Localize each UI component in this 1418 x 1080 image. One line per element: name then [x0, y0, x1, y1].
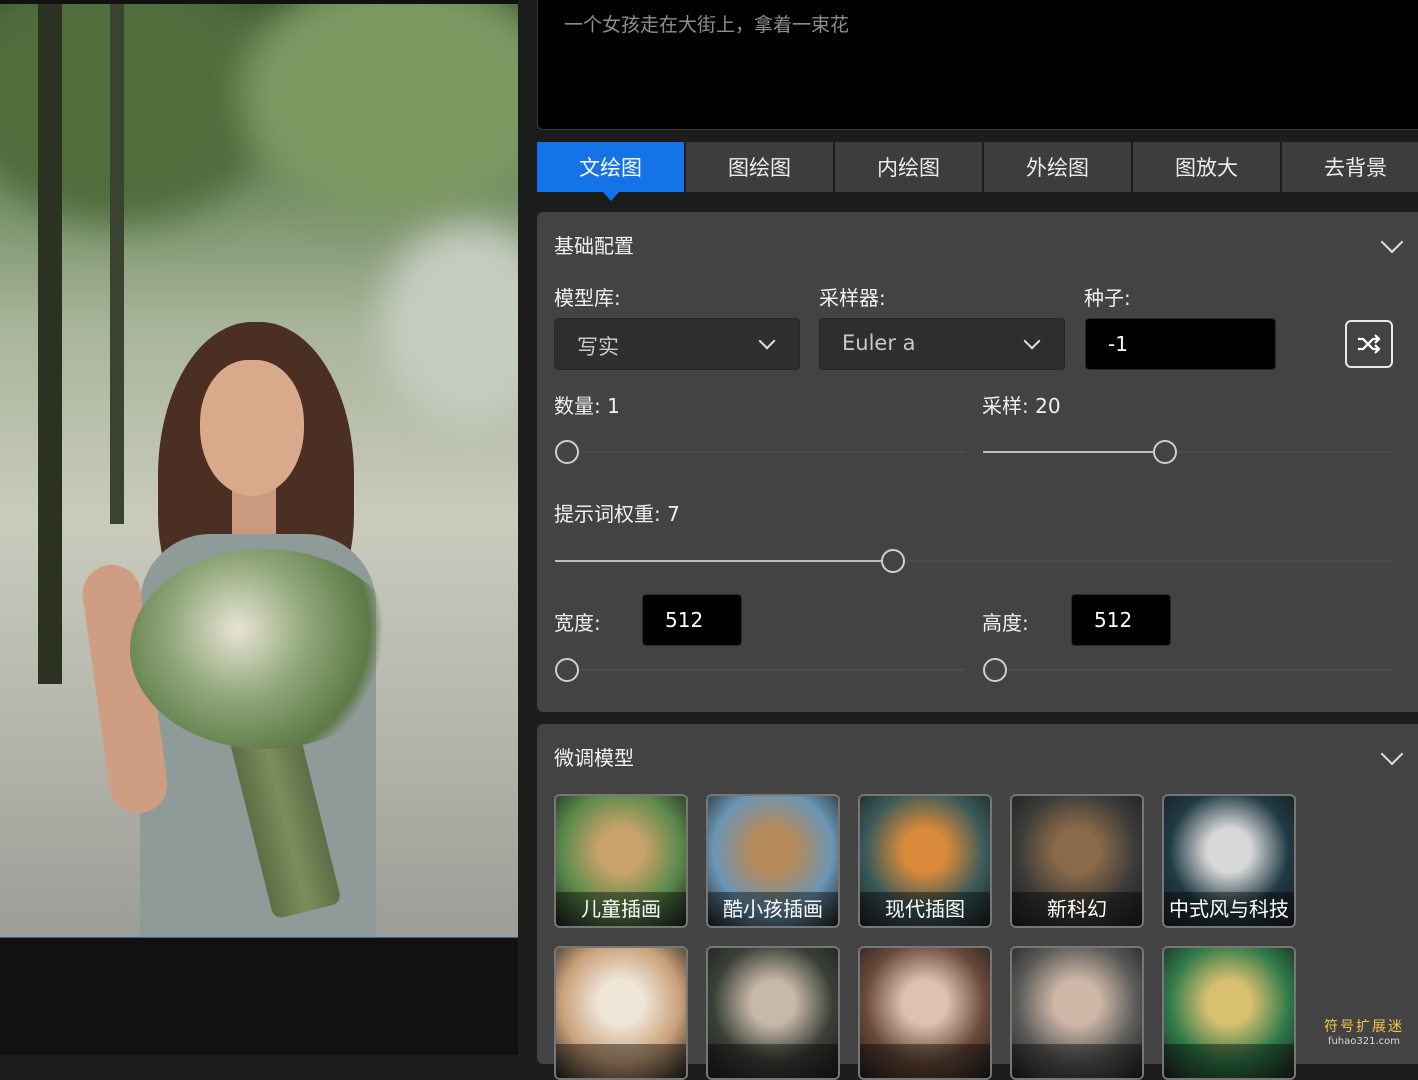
collapse-basic-chevron-icon[interactable] — [1380, 230, 1404, 254]
finetune-model-tile[interactable] — [554, 946, 688, 1080]
cfg-slider-thumb[interactable] — [880, 549, 905, 573]
width-slider[interactable] — [555, 658, 965, 682]
collapse-finetune-chevron-icon[interactable] — [1380, 742, 1404, 766]
model-select[interactable]: 写实 — [554, 318, 800, 370]
cfg-slider[interactable] — [555, 549, 1393, 573]
tab-remove-background[interactable]: 去背景 — [1282, 142, 1418, 192]
height-input[interactable] — [1071, 594, 1171, 646]
preview-area — [0, 0, 518, 1055]
steps-slider[interactable] — [983, 440, 1393, 464]
count-slider[interactable] — [555, 440, 965, 464]
control-panel: 一个女孩走在大街上，拿着一束花 文绘图 图绘图 内绘图 外绘图 图放大 去背景 … — [520, 0, 1418, 1080]
height-label: 高度: — [982, 611, 1029, 635]
sampler-label: 采样器: — [819, 286, 886, 310]
finetune-model-tile[interactable]: 儿童插画 — [554, 794, 688, 928]
tab-upscale[interactable]: 图放大 — [1133, 142, 1280, 192]
watermark-url: fuhao321.com — [1327, 1036, 1401, 1047]
shuffle-icon — [1358, 334, 1381, 354]
finetune-model-label: 新科幻 — [1047, 897, 1107, 921]
finetune-title: 微调模型 — [554, 746, 634, 770]
finetune-model-tile[interactable]: 中式风与科技 — [1162, 794, 1296, 928]
cfg-label: 提示词权重: 7 — [554, 502, 680, 526]
count-label: 数量: 1 — [554, 394, 620, 418]
tab-inpaint[interactable]: 内绘图 — [835, 142, 982, 192]
width-input[interactable] — [642, 594, 742, 646]
finetune-model-tile[interactable] — [1010, 946, 1144, 1080]
tab-image-to-image[interactable]: 图绘图 — [686, 142, 833, 192]
finetune-model-tile[interactable] — [1162, 946, 1296, 1080]
finetune-model-tile[interactable]: 酷小孩插画 — [706, 794, 840, 928]
watermark: 符号扩展迷 fuhao321.com — [1324, 1016, 1404, 1047]
steps-label: 采样: 20 — [982, 394, 1061, 418]
tab-outpaint[interactable]: 外绘图 — [984, 142, 1131, 192]
height-slider-thumb[interactable] — [983, 658, 1007, 682]
steps-slider-thumb[interactable] — [1152, 440, 1177, 464]
prompt-textarea[interactable]: 一个女孩走在大街上，拿着一束花 — [537, 0, 1418, 130]
finetune-model-label: 现代插图 — [885, 897, 965, 921]
chevron-down-icon — [1023, 332, 1041, 350]
prompt-text[interactable]: 一个女孩走在大街上，拿着一束花 — [564, 10, 849, 37]
count-slider-thumb[interactable] — [555, 440, 579, 464]
finetune-model-tile[interactable] — [706, 946, 840, 1080]
width-label: 宽度: — [554, 611, 601, 635]
sampler-select[interactable]: Euler a — [819, 318, 1065, 370]
finetune-model-tile[interactable] — [858, 946, 992, 1080]
height-slider[interactable] — [983, 658, 1393, 682]
basic-config-title: 基础配置 — [554, 234, 634, 258]
seed-label: 种子: — [1084, 286, 1131, 310]
generated-image — [0, 4, 518, 938]
finetune-model-tile[interactable]: 新科幻 — [1010, 794, 1144, 928]
finetune-model-label: 儿童插画 — [581, 897, 661, 921]
chevron-down-icon — [758, 332, 776, 350]
random-seed-button[interactable] — [1345, 320, 1393, 368]
model-select-value: 写实 — [577, 335, 619, 359]
finetune-model-label: 中式风与科技 — [1169, 897, 1289, 921]
seed-input[interactable] — [1085, 318, 1276, 370]
watermark-text: 符号扩展迷 — [1324, 1019, 1404, 1035]
mode-tab-bar: 文绘图 图绘图 内绘图 外绘图 图放大 去背景 — [537, 142, 1418, 201]
width-slider-thumb[interactable] — [555, 658, 579, 682]
tab-text-to-image[interactable]: 文绘图 — [537, 142, 684, 201]
finetune-model-label: 酷小孩插画 — [723, 897, 823, 921]
model-label: 模型库: — [554, 286, 621, 310]
finetune-model-tile[interactable]: 现代插图 — [858, 794, 992, 928]
sampler-select-value: Euler a — [842, 331, 916, 355]
